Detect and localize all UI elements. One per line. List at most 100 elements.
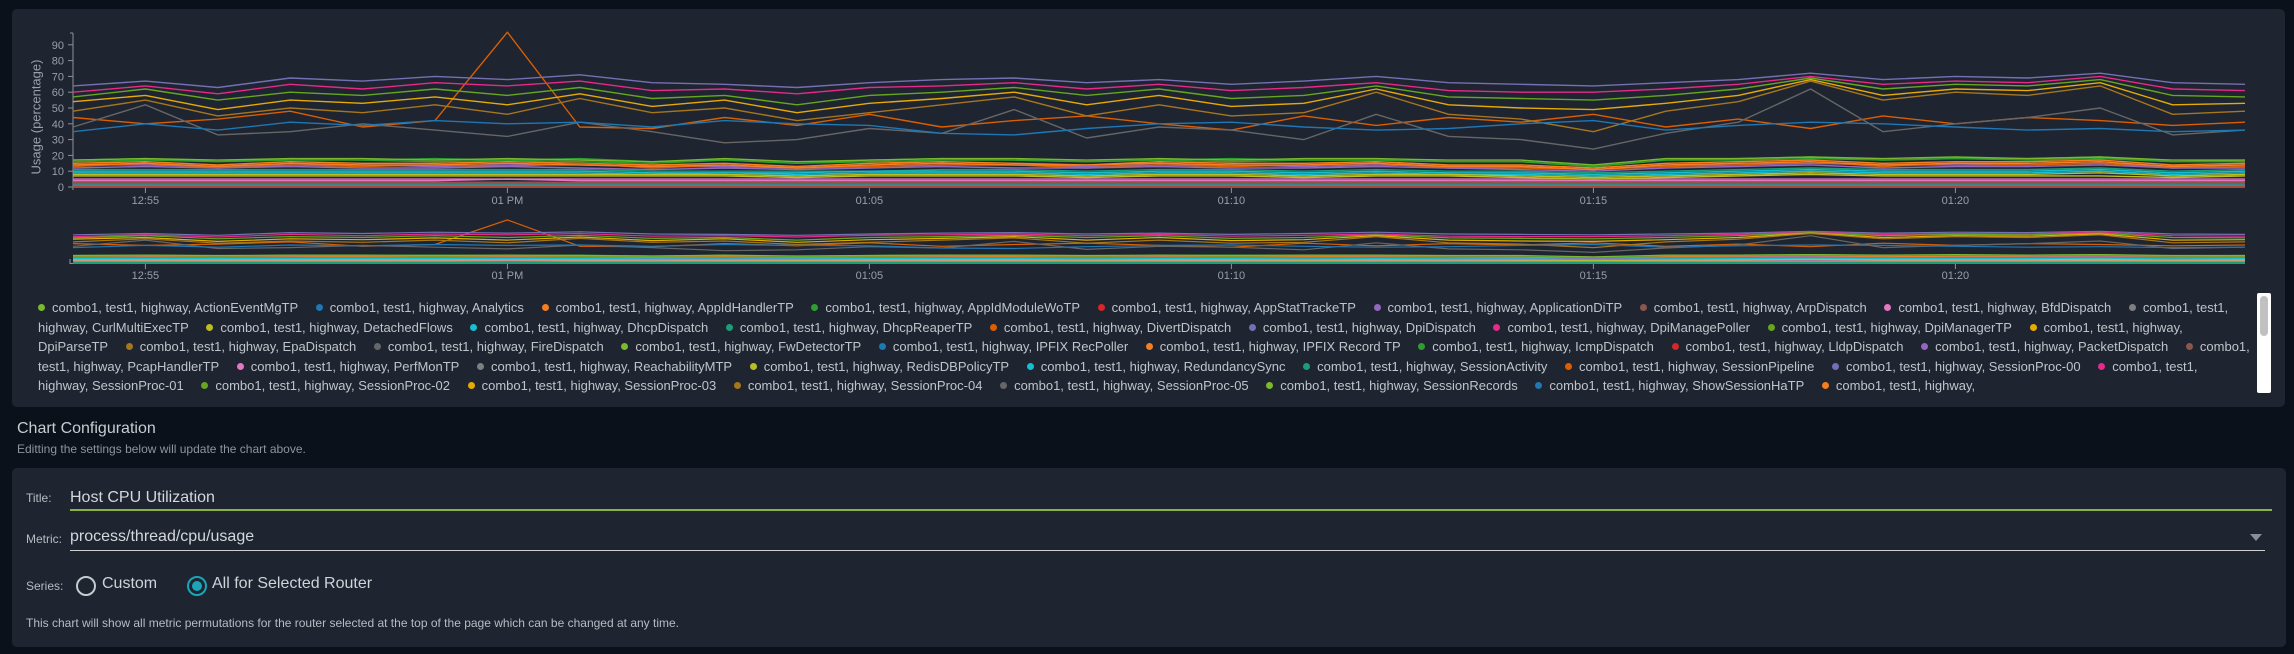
legend-item[interactable]: combo1, test1, highway, SessionPipeline [1564, 358, 1815, 374]
legend-label: combo1, test1, highway, SessionProc-02 [215, 378, 450, 393]
metric-label: Metric: [26, 532, 62, 546]
title-label: Title: [26, 491, 52, 505]
series-line [72, 88, 2246, 150]
legend-item[interactable]: combo1, test1, highway, EpaDispatch [125, 339, 357, 354]
legend-dot-icon [1418, 343, 1426, 350]
legend-label: combo1, test1, highway, ActionEventMgTP [52, 300, 299, 315]
legend-label: combo1, test1, highway, DivertDispatch [1003, 319, 1232, 335]
y-tick-label: 80 [52, 56, 64, 68]
legend-item[interactable]: combo1, test1, highway, ActionEventMgTP [38, 300, 298, 315]
legend-label: combo1, test1, highway, IPFIX RecPoller [892, 339, 1129, 354]
legend-dot-icon [201, 382, 209, 389]
y-tick-label: 20 [52, 150, 64, 162]
radio-selected-dot [192, 581, 202, 591]
legend-item[interactable]: combo1, test1, highway, IPFIX Record TP [1145, 339, 1401, 354]
brush-x-tick-label: 01:10 [1218, 270, 1246, 282]
legend-item[interactable]: combo1, test1, highway, DpiManagerTP [1767, 320, 2012, 335]
radio-custom[interactable] [76, 576, 96, 596]
legend-item[interactable]: combo1, test1, highway, FireDispatch [373, 339, 604, 354]
legend-item[interactable]: combo1, test1, highway, SessionActivity [1303, 359, 1547, 374]
x-tick-label: 01:05 [856, 195, 884, 207]
legend-scrollbar[interactable] [2257, 293, 2271, 393]
x-tick-label: 12:55 [132, 195, 160, 207]
legend-item[interactable]: combo1, test1, highway, [1821, 378, 1975, 393]
legend-item[interactable]: combo1, test1, highway, IcmpDispatch [1418, 339, 1654, 354]
x-tick-label: 01:20 [1942, 195, 1970, 207]
legend-dot-icon [621, 343, 629, 350]
legend-item[interactable]: combo1, test1, highway, SessionProc-05 [1000, 378, 1249, 393]
legend-item[interactable]: combo1, test1, highway, RedundancySync [1026, 359, 1285, 374]
line-chart[interactable]: 0 10 20 30 40 50 60 70 80 90 12:55 12:55 01 PM 01 PM 0… [0, 0, 2294, 290]
radio-all-label[interactable]: All for Selected Router [212, 575, 372, 593]
legend-item[interactable]: combo1, test1, highway, PerfMonTP [236, 359, 459, 374]
legend-label: combo1, test1, highway, DhcpReaperTP [739, 319, 973, 335]
legend-item[interactable]: combo1, test1, highway, SessionProc-02 [201, 378, 450, 393]
legend-item[interactable]: combo1, test1, highway, AppStatTrackeTP [1097, 300, 1356, 315]
legend-item[interactable]: combo1, test1, highway, AppIdModuleWoTP [811, 300, 1080, 315]
legend-item[interactable]: combo1, test1, highway, SessionProc-00 [1831, 359, 2081, 374]
legend-label: combo1, test1, highway, BfdDispatch [1898, 300, 2112, 315]
legend-item[interactable]: combo1, test1, highway, Analytics [315, 300, 524, 315]
chart-legend[interactable]: combo1, test1, highway, ActionEventMgTP … [38, 298, 2250, 398]
radio-all-for-selected-router[interactable] [187, 576, 207, 596]
legend-dot-icon [1921, 343, 1929, 350]
legend-dot-icon [236, 362, 244, 370]
legend-label: combo1, test1, highway, SessionActivity [1317, 358, 1548, 374]
section-title: Chart Configuration [17, 420, 156, 437]
brush-x-tick-label: 01:05 [856, 270, 884, 282]
y-tick-label: 70 [52, 71, 64, 83]
legend-item[interactable]: combo1, test1, highway, ArpDispatch [1639, 300, 1867, 315]
legend-item[interactable]: combo1, test1, highway, DhcpReaperTP [725, 319, 973, 335]
legend-item[interactable]: combo1, test1, highway, SessionRecords [1266, 378, 1518, 393]
legend-item[interactable]: combo1, test1, highway, FwDetectorTP [621, 339, 861, 354]
legend-item[interactable]: combo1, test1, highway, IPFIX RecPoller [878, 339, 1129, 354]
legend-label: combo1, test1, highway, SessionPipeline [1578, 358, 1815, 374]
legend-dot-icon [1639, 304, 1647, 311]
legend-item[interactable]: combo1, test1, highway, SessionProc-04 [733, 378, 982, 393]
legend-item[interactable]: combo1, test1, highway, BfdDispatch [1884, 300, 2111, 315]
y-tick-label: 90 [52, 40, 64, 52]
legend-dot-icon [125, 343, 133, 350]
y-tick-label: 0 [58, 182, 64, 194]
title-input[interactable] [70, 487, 2272, 511]
legend-label: combo1, test1, highway, DpiManagePoller [1507, 319, 1751, 335]
legend-dot-icon [467, 382, 475, 389]
legend-dot-icon [1026, 362, 1034, 370]
legend-item[interactable]: combo1, test1, highway, SessionProc-03 [467, 378, 716, 393]
legend-item[interactable]: combo1, test1, highway, ReachabilityMTP [476, 359, 732, 374]
legend-item[interactable]: combo1, test1, highway, AppIdHandlerTP [541, 300, 794, 315]
legend-item[interactable]: combo1, test1, highway, DpiDispatch [1248, 319, 1476, 335]
scrollbar-thumb[interactable] [2260, 296, 2268, 336]
legend-item[interactable]: combo1, test1, highway, DpiManagePoller [1493, 320, 1750, 335]
legend-dot-icon [749, 362, 757, 370]
series-description: This chart will show all metric permutat… [26, 616, 680, 630]
legend-label: combo1, test1, highway, AppIdHandlerTP [555, 300, 794, 315]
legend-dot-icon [878, 343, 886, 350]
legend-label: combo1, test1, highway, DetachedFlows [220, 319, 453, 335]
metric-select[interactable]: process/thread/cpu/usage [70, 528, 2265, 551]
legend-label: combo1, test1, highway, DpiDispatch [1262, 319, 1476, 335]
brush-x-tick-label: 01 PM [492, 270, 524, 282]
radio-custom-label[interactable]: Custom [102, 575, 157, 593]
legend-dot-icon [1564, 362, 1572, 370]
legend-item[interactable]: combo1, test1, highway, DivertDispatch [989, 319, 1232, 335]
y-tick-label: 60 [52, 87, 64, 99]
legend-dot-icon [373, 343, 381, 350]
legend-dot-icon [1493, 323, 1501, 331]
legend-item[interactable]: combo1, test1, highway, DetachedFlows [206, 319, 453, 335]
legend-label: combo1, test1, highway, EpaDispatch [139, 339, 357, 354]
legend-item[interactable]: combo1, test1, highway, ApplicationDiTP [1373, 300, 1622, 315]
legend-label: combo1, test1, highway, IcmpDispatch [1432, 339, 1654, 354]
legend-dot-icon [541, 304, 549, 311]
legend-item[interactable]: combo1, test1, highway, LldpDispatch [1671, 339, 1904, 354]
legend-item[interactable]: combo1, test1, highway, RedisDBPolicyTP [749, 359, 1009, 374]
chevron-down-icon[interactable] [2250, 534, 2262, 541]
legend-dot-icon [1266, 382, 1274, 389]
legend-label: combo1, test1, highway, PacketDispatch [1935, 339, 2169, 354]
legend-item[interactable]: combo1, test1, highway, DhcpDispatch [470, 320, 708, 335]
legend-dot-icon [1248, 323, 1256, 331]
legend-item[interactable]: combo1, test1, highway, PacketDispatch [1921, 339, 2168, 354]
legend-item[interactable]: combo1, test1, highway, ShowSessionHaTP [1535, 378, 1804, 393]
legend-dot-icon [206, 323, 214, 331]
x-tick-label: 01:10 [1218, 195, 1246, 207]
